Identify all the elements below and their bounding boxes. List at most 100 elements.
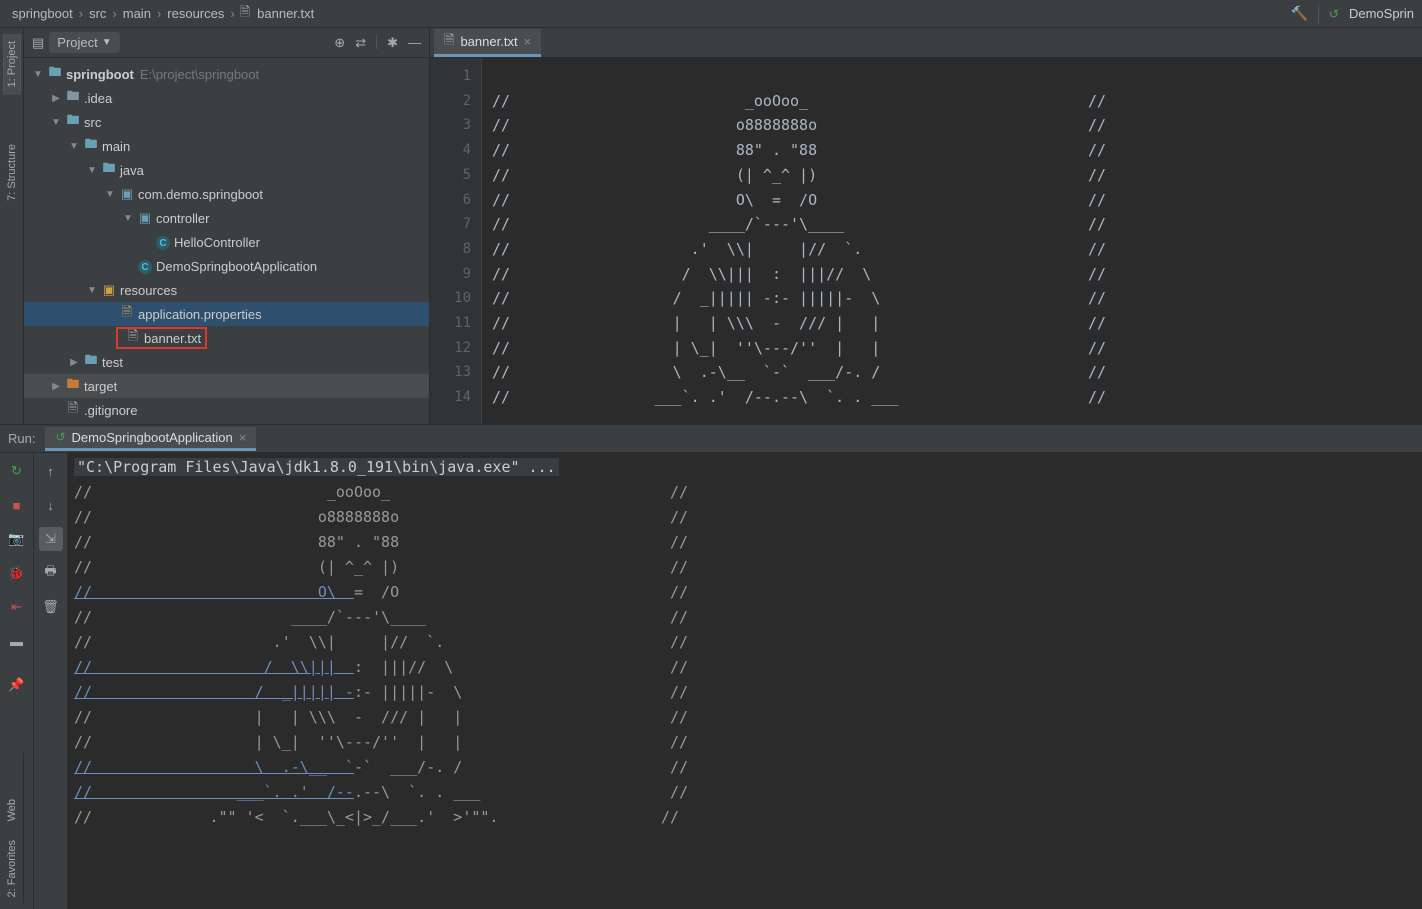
editor-tab-label: banner.txt [460,34,517,49]
breadcrumb-sep: › [110,6,118,21]
breadcrumb: springboot › src › main › resources › 🗎 … [0,0,1422,28]
close-icon[interactable]: × [239,430,247,445]
tree-label: .gitignore [84,403,137,418]
down-arrow-icon[interactable]: ↓ [39,493,63,517]
debug-icon[interactable]: 🐞 [5,561,29,585]
file-icon: 🗎 [240,3,250,25]
run-app-name: DemoSpringbootApplication [72,430,233,445]
tree-arrow[interactable] [122,213,134,224]
run-label: Run: [8,431,35,446]
project-panel-header: ▤ Project ▼ ⊕ ⇄ ✱ — [24,28,429,58]
layout-icon[interactable]: ▬ [5,629,29,653]
tree-label: springboot [66,67,134,82]
tree-row[interactable]: ▣controller [24,206,429,230]
tree-row[interactable]: 🖿springbootE:\project\springboot [24,62,429,86]
tree-label: banner.txt [144,331,201,346]
tree-label: src [84,115,101,130]
tree-label: resources [120,283,177,298]
stop-button[interactable]: ■ [5,493,29,517]
run-tab[interactable]: ↺ DemoSpringbootApplication × [45,427,256,451]
gear-icon[interactable]: ✱ [387,35,398,51]
breadcrumb-item[interactable]: resources [163,6,228,21]
run-header: Run: ↺ DemoSpringbootApplication × [0,425,1422,453]
tree-row[interactable]: 🖿target [24,374,429,398]
tree-label: controller [156,211,209,226]
tree-arrow[interactable] [86,165,98,176]
tree-label: application.properties [138,307,262,322]
locate-icon[interactable]: ⊕ [334,35,345,51]
left-toolwindow-rail: 1: Project 7: Structure [0,28,24,424]
project-panel: ▤ Project ▼ ⊕ ⇄ ✱ — 🖿springbootE:\projec… [24,28,430,424]
project-tree[interactable]: 🖿springbootE:\project\springboot🖿.idea🖿s… [24,58,429,424]
toolwindow-tab-structure[interactable]: 7: Structure [6,144,18,201]
tree-row[interactable]: CDemoSpringbootApplication [24,254,429,278]
tree-arrow[interactable] [32,69,44,80]
breadcrumb-sep: › [155,6,163,21]
editor-area: 🗎 banner.txt × 1234567891011121314 // _o… [430,28,1422,424]
tree-row[interactable]: 🗎.gitignore [24,398,429,422]
camera-icon[interactable]: 📷 [5,527,29,551]
run-panel: Run: ↺ DemoSpringbootApplication × ↻ ■ 📷… [0,424,1422,909]
editor-tabs: 🗎 banner.txt × [430,28,1422,58]
run-toolbar-secondary: ↑ ↓ ⇲ 🖶 🗑 [34,453,68,909]
toolwindow-tab-web[interactable]: Web [6,799,18,821]
tree-label: .idea [84,91,112,106]
tree-label: test [102,355,123,370]
tree-label: com.demo.springboot [138,187,263,202]
tree-arrow[interactable] [86,285,98,296]
tree-arrow[interactable] [104,189,116,200]
tree-label: target [84,379,117,394]
editor-gutter[interactable]: 1234567891011121314 [430,58,482,424]
file-icon: 🗎 [444,31,454,53]
tree-row[interactable]: ▣com.demo.springboot [24,182,429,206]
print-icon[interactable]: 🖶 [39,561,63,585]
tree-row[interactable]: 🗎banner.txt [24,326,429,350]
exit-icon[interactable]: ⇤ [5,595,29,619]
run-config-icon: ↺ [1329,7,1339,21]
breadcrumb-item[interactable]: springboot [8,6,77,21]
tree-arrow[interactable] [50,117,62,128]
tree-row[interactable]: 🖿src [24,110,429,134]
editor-code[interactable]: // _ooOoo_ // // o8888888o // // 88" . "… [482,58,1422,424]
tree-arrow[interactable] [50,93,62,104]
tree-row[interactable]: 🖿main [24,134,429,158]
rerun-button[interactable]: ↻ [5,459,29,483]
breadcrumb-sep: › [77,6,85,21]
run-config-name[interactable]: DemoSprin [1349,6,1414,21]
tree-label: DemoSpringbootApplication [156,259,317,274]
run-console[interactable]: "C:\Program Files\Java\jdk1.8.0_191\bin\… [68,453,1422,909]
tree-arrow[interactable] [68,357,80,368]
tree-row[interactable]: 🖿test [24,350,429,374]
toolwindow-tab-project[interactable]: 1: Project [3,34,21,94]
build-icon[interactable]: 🔨 [1290,5,1307,22]
run-config-icon: ↺ [55,430,65,444]
left-bottom-rail: Web 2: Favorites [0,753,24,903]
project-view-selector[interactable]: Project ▼ [49,32,119,53]
tree-row[interactable]: ▣resources [24,278,429,302]
minimize-icon[interactable]: — [408,35,421,51]
tree-arrow[interactable] [50,381,62,392]
tree-row[interactable]: CHelloController [24,230,429,254]
trash-icon[interactable]: 🗑 [39,595,63,619]
breadcrumb-item[interactable]: main [119,6,155,21]
editor-tab[interactable]: 🗎 banner.txt × [434,29,541,57]
expand-all-icon[interactable]: ⇄ [355,35,366,51]
tree-label: HelloController [174,235,260,250]
tree-row[interactable]: 🖿.idea [24,86,429,110]
soft-wrap-icon[interactable]: ⇲ [39,527,63,551]
breadcrumb-item[interactable]: src [85,6,110,21]
chevron-down-icon: ▼ [102,37,112,48]
up-arrow-icon[interactable]: ↑ [39,459,63,483]
tree-arrow[interactable] [68,141,80,152]
tree-label: java [120,163,144,178]
tree-path: E:\project\springboot [140,67,259,82]
pin-icon[interactable]: 📌 [5,673,29,697]
project-view-icon: ▤ [32,35,44,51]
tree-row[interactable]: 🗎application.properties [24,302,429,326]
breadcrumb-sep: › [228,6,236,21]
tree-label: main [102,139,130,154]
toolwindow-tab-favorites[interactable]: 2: Favorites [6,840,18,897]
tree-row[interactable]: 🖿java [24,158,429,182]
breadcrumb-item[interactable]: banner.txt [253,6,318,21]
close-icon[interactable]: × [524,34,532,49]
